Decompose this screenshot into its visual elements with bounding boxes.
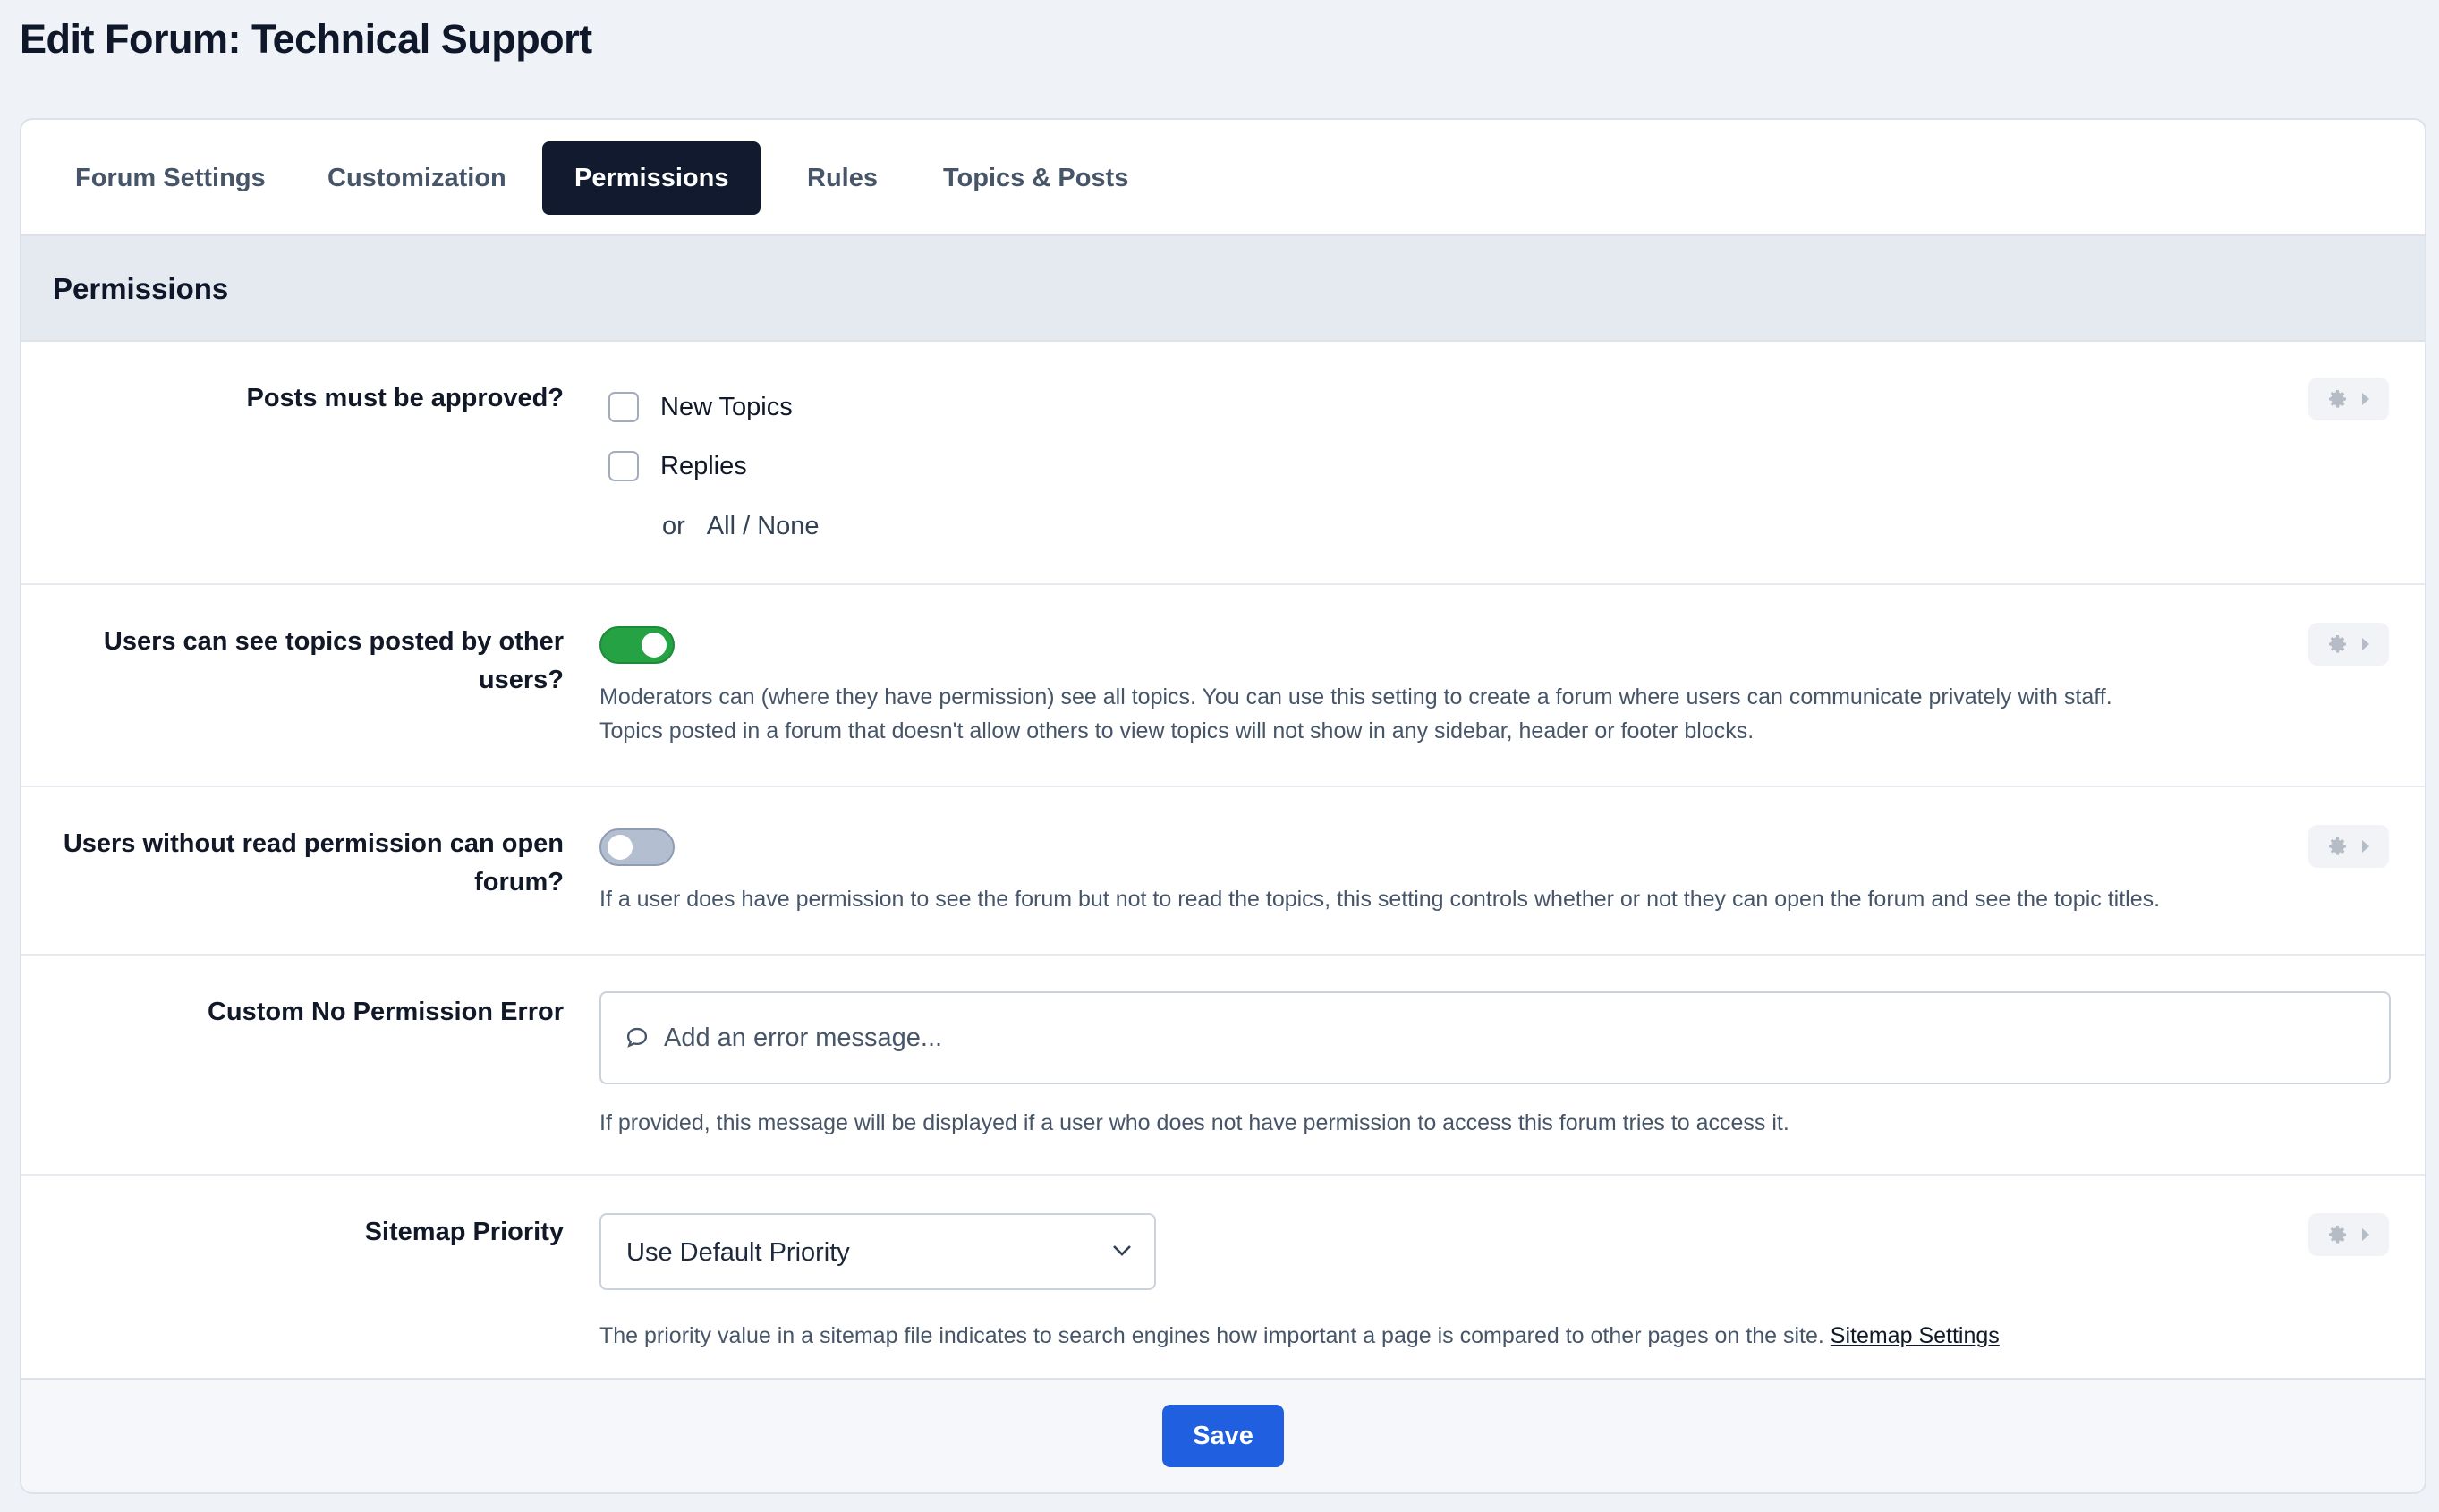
no-permission-error-row: Custom No Permission Error If provided, … [21,956,2425,1176]
section-title: Permissions [53,272,229,305]
see-topics-row: Users can see topics posted by other use… [21,585,2425,787]
no-permission-error-label: Custom No Permission Error [207,998,564,1026]
new-topics-checkbox[interactable] [608,392,639,422]
see-topics-help: Moderators can (where they have permissi… [599,680,2112,748]
open-forum-help: If a user does have permission to see th… [599,887,2161,912]
sitemap-priority-row: Sitemap Priority Use Default Priority Th… [21,1176,2425,1378]
tab-forum-settings[interactable]: Forum Settings [43,141,298,215]
no-permission-error-help: If provided, this message will be displa… [599,1110,1789,1135]
caret-right-icon [2362,1228,2369,1241]
toggle-knob [642,633,667,658]
all-none-line: or All / None [662,512,820,541]
section-header: Permissions [21,236,2425,342]
all-none-link[interactable]: All / None [707,512,820,540]
sitemap-priority-label: Sitemap Priority [364,1218,564,1246]
tab-bar: Forum Settings Customization Permissions… [21,120,2425,236]
sitemap-settings-link[interactable]: Sitemap Settings [1831,1323,2000,1348]
tab-customization[interactable]: Customization [295,141,539,215]
caret-right-icon [2362,840,2369,853]
see-topics-label: Users can see topics posted by other use… [103,627,564,694]
advanced-options-button[interactable] [2308,623,2389,666]
forum-edit-card: Forum Settings Customization Permissions… [20,118,2426,1494]
sitemap-priority-select[interactable]: Use Default Priority [599,1213,1156,1290]
open-forum-label: Users without read permission can open f… [63,829,564,896]
gear-icon [2329,635,2346,653]
form-footer: Save [21,1378,2425,1492]
caret-right-icon [2362,393,2369,405]
toggle-knob [608,835,633,860]
error-message-input[interactable] [664,993,2364,1083]
sitemap-priority-help: The priority value in a sitemap file ind… [599,1319,2000,1353]
sitemap-priority-help-text: The priority value in a sitemap file ind… [599,1323,1824,1348]
open-forum-row: Users without read permission can open f… [21,787,2425,956]
see-topics-toggle[interactable] [599,626,675,664]
page-title: Edit Forum: Technical Support [20,16,592,62]
gear-icon [2329,837,2346,855]
replies-option[interactable]: Replies [608,451,747,481]
replies-checkbox[interactable] [608,451,639,481]
or-text: or [662,512,685,540]
see-topics-help-line2: Topics posted in a forum that doesn't al… [599,718,1755,743]
replies-label: Replies [660,451,747,480]
tab-topics-posts[interactable]: Topics & Posts [911,141,1160,215]
chat-bubble-icon [626,1027,648,1048]
approval-row: Posts must be approved? New Topics Repli… [21,342,2425,585]
error-message-field[interactable] [599,991,2391,1084]
caret-right-icon [2362,638,2369,650]
tab-rules[interactable]: Rules [775,141,910,215]
tab-permissions[interactable]: Permissions [542,141,761,215]
gear-icon [2329,1226,2346,1244]
new-topics-option[interactable]: New Topics [608,392,793,422]
see-topics-help-line1: Moderators can (where they have permissi… [599,684,2112,709]
sitemap-priority-value: Use Default Priority [626,1238,850,1267]
approval-label: Posts must be approved? [246,384,564,412]
chevron-down-icon [1113,1245,1131,1256]
open-forum-toggle[interactable] [599,828,675,866]
advanced-options-button[interactable] [2308,825,2389,868]
advanced-options-button[interactable] [2308,1213,2389,1256]
advanced-options-button[interactable] [2308,378,2389,420]
save-button[interactable]: Save [1162,1405,1284,1467]
new-topics-label: New Topics [660,392,793,421]
gear-icon [2329,390,2346,408]
